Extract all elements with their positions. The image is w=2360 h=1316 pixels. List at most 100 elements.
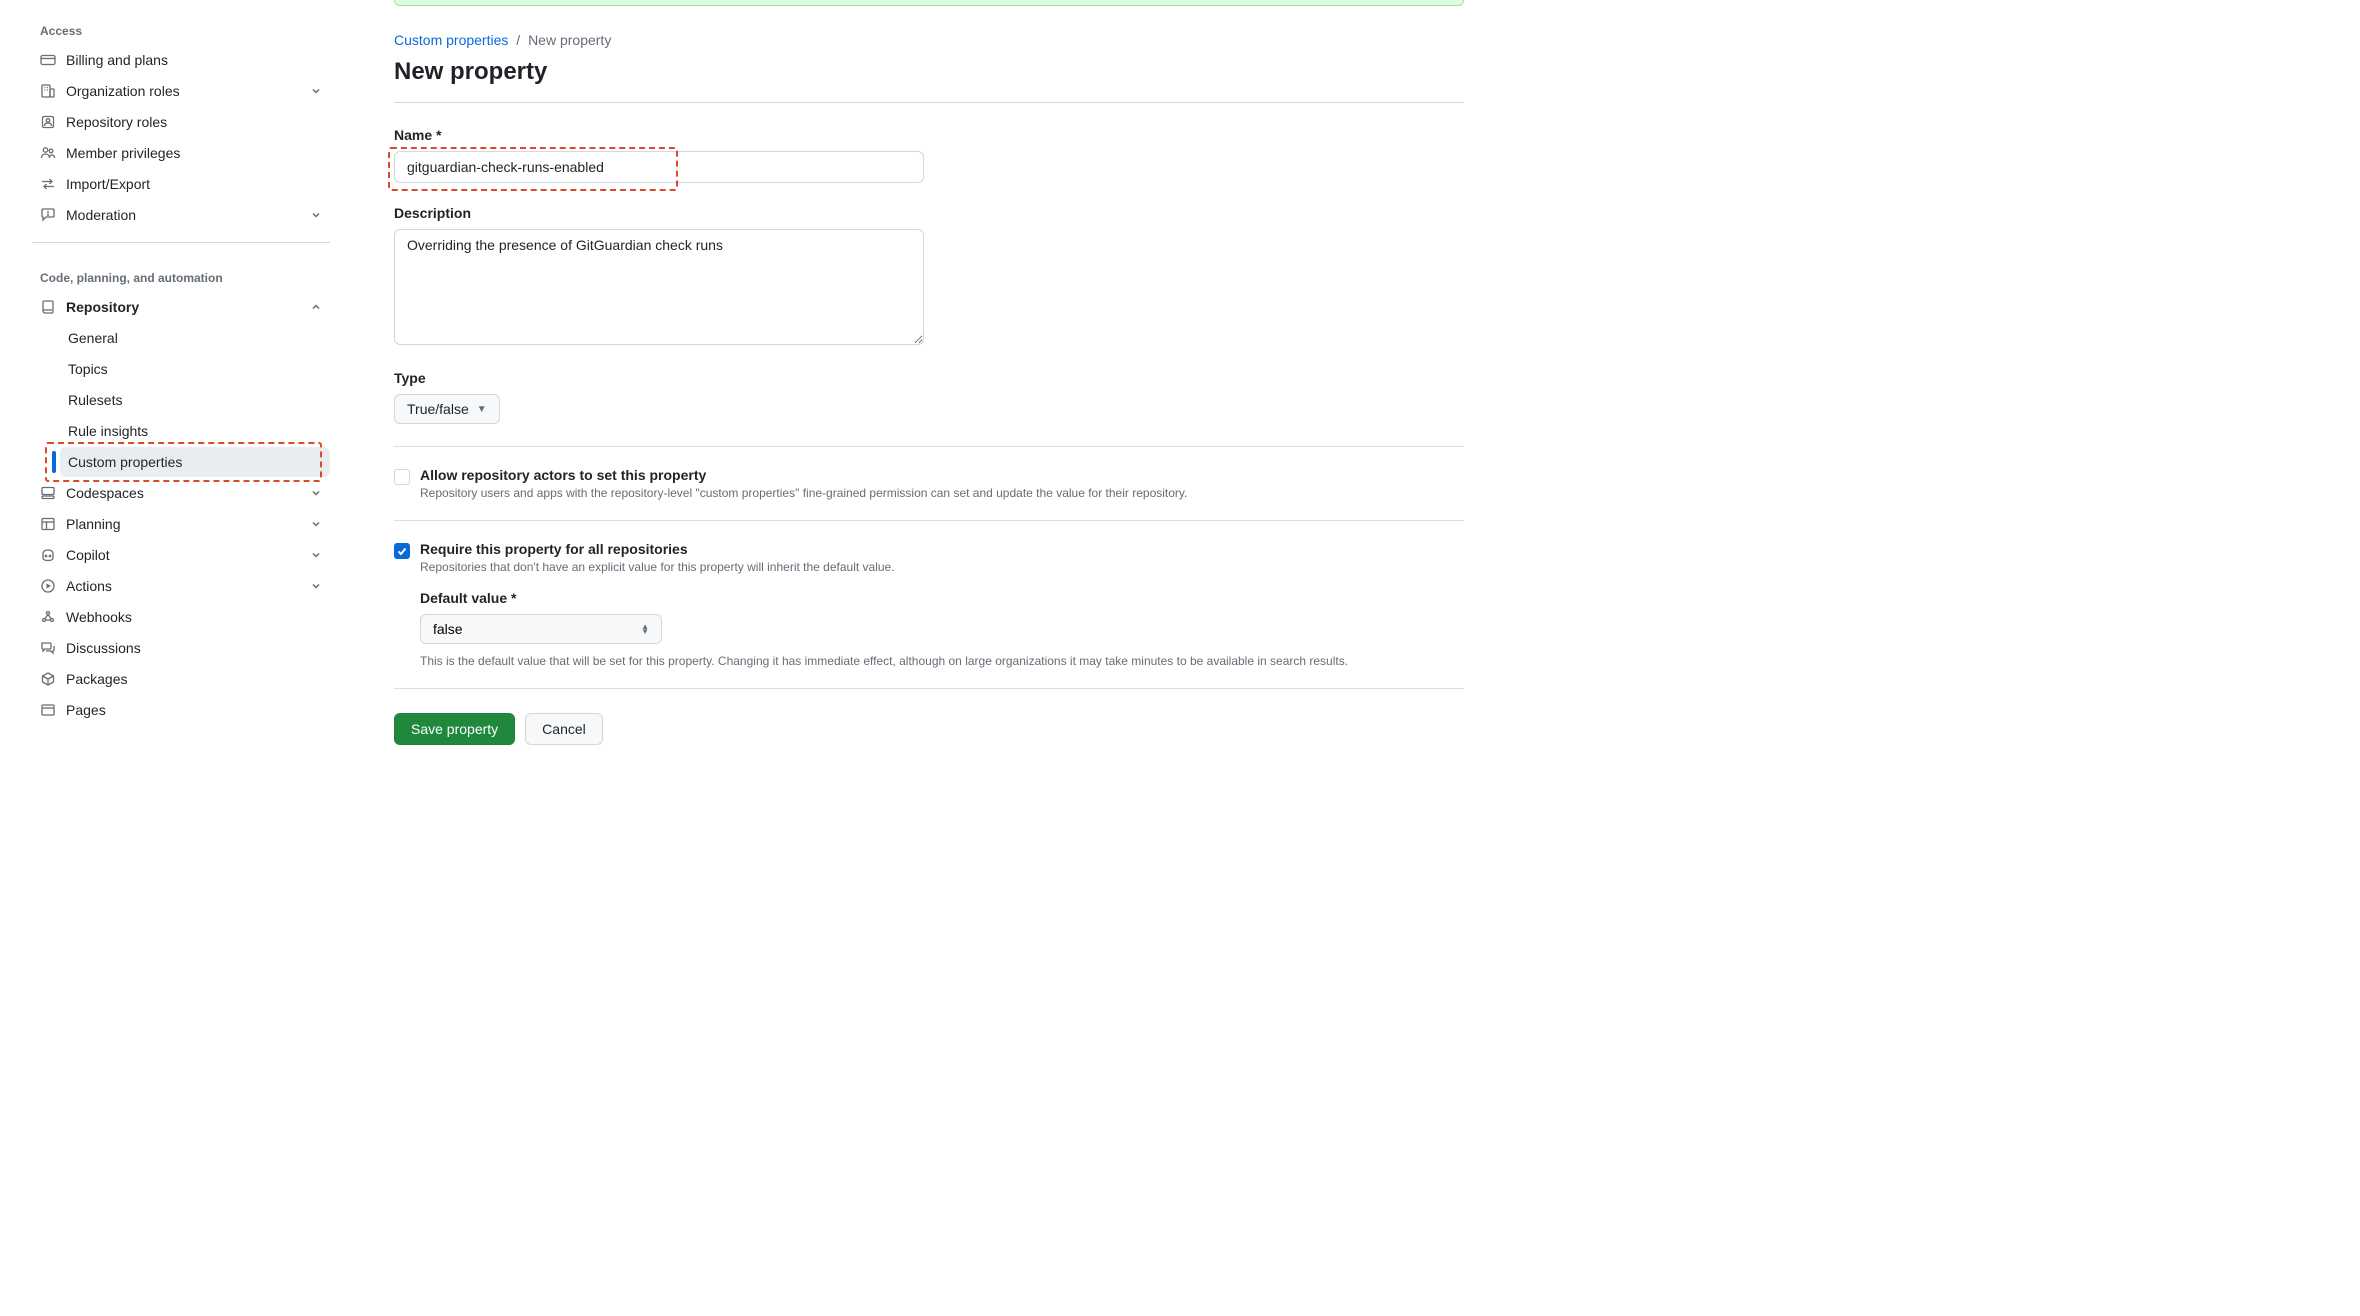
sidebar-item-packages[interactable]: Packages [32, 664, 330, 694]
page-title: New property [394, 58, 1464, 86]
sidebar-item-rulesets[interactable]: Rulesets [60, 385, 330, 415]
sidebar-item-webhooks[interactable]: Webhooks [32, 602, 330, 632]
name-label: Name * [394, 127, 1464, 143]
cancel-button[interactable]: Cancel [525, 713, 603, 745]
sidebar-item-label: Member privileges [66, 145, 322, 161]
people-icon [40, 145, 56, 161]
sidebar-item-topics[interactable]: Topics [60, 354, 330, 384]
sidebar-item-general[interactable]: General [60, 323, 330, 353]
breadcrumb-parent[interactable]: Custom properties [394, 32, 508, 48]
success-banner [394, 0, 1464, 6]
credit-card-icon [40, 52, 56, 68]
default-value-select[interactable]: false ▲▼ [420, 614, 662, 644]
report-icon [40, 207, 56, 223]
sidebar-item-label: Rulesets [68, 392, 322, 408]
chevron-down-icon [310, 209, 322, 221]
sidebar-item-actions[interactable]: Actions [32, 571, 330, 601]
chevron-down-icon [310, 85, 322, 97]
sidebar-item-moderation[interactable]: Moderation [32, 200, 330, 230]
breadcrumb-separator: / [516, 32, 520, 48]
form-group-type: Type True/false ▼ [394, 370, 1464, 424]
sidebar-item-planning[interactable]: Planning [32, 509, 330, 539]
browser-icon [40, 702, 56, 718]
organization-icon [40, 83, 56, 99]
sidebar-item-label: Moderation [66, 207, 310, 223]
sidebar-item-discussions[interactable]: Discussions [32, 633, 330, 663]
main-content: Custom properties / New property New pro… [346, 0, 1464, 769]
sidebar-item-label: Topics [68, 361, 322, 377]
sidebar-item-rule-insights[interactable]: Rule insights [60, 416, 330, 446]
allow-actors-row: Allow repository actors to set this prop… [394, 467, 1464, 500]
sidebar-item-label: Repository roles [66, 114, 322, 130]
sidebar-item-label: Import/Export [66, 176, 322, 192]
sidebar-item-label: Repository [66, 299, 310, 315]
sidebar: Access Billing and plans Organization ro… [16, 0, 346, 769]
button-row: Save property Cancel [394, 713, 1464, 745]
require-property-title: Require this property for all repositori… [420, 541, 1348, 557]
type-select[interactable]: True/false ▼ [394, 394, 500, 424]
chevron-down-icon [310, 549, 322, 561]
webhook-icon [40, 609, 56, 625]
repo-icon [40, 299, 56, 315]
sidebar-item-label: Billing and plans [66, 52, 322, 68]
form-group-description: Description [394, 205, 1464, 348]
id-badge-icon [40, 114, 56, 130]
copilot-icon [40, 547, 56, 563]
save-button[interactable]: Save property [394, 713, 515, 745]
sidebar-item-custom-properties[interactable]: Custom properties [60, 447, 330, 477]
sidebar-item-member-privileges[interactable]: Member privileges [32, 138, 330, 168]
sidebar-item-label: Pages [66, 702, 322, 718]
sidebar-item-label: Codespaces [66, 485, 310, 501]
sidebar-item-repository[interactable]: Repository [32, 292, 330, 322]
sidebar-item-import-export[interactable]: Import/Export [32, 169, 330, 199]
play-circle-icon [40, 578, 56, 594]
sidebar-item-copilot[interactable]: Copilot [32, 540, 330, 570]
caret-down-icon: ▼ [477, 404, 487, 415]
allow-actors-checkbox[interactable] [394, 469, 410, 485]
codespaces-icon [40, 485, 56, 501]
sidebar-item-label: Rule insights [68, 423, 322, 439]
caret-sort-icon: ▲▼ [641, 624, 649, 634]
default-value-note: This is the default value that will be s… [420, 654, 1348, 668]
type-label: Type [394, 370, 1464, 386]
main-divider [394, 102, 1464, 103]
sidebar-item-label: Discussions [66, 640, 322, 656]
sidebar-item-label: Organization roles [66, 83, 310, 99]
sidebar-item-pages[interactable]: Pages [32, 695, 330, 725]
require-property-desc: Repositories that don't have an explicit… [420, 560, 1348, 574]
chevron-down-icon [310, 487, 322, 499]
chevron-down-icon [310, 580, 322, 592]
sidebar-item-org-roles[interactable]: Organization roles [32, 76, 330, 106]
sidebar-item-label: Webhooks [66, 609, 322, 625]
section-divider [394, 520, 1464, 521]
sidebar-group-code: Code, planning, and automation [32, 255, 330, 291]
sidebar-item-billing[interactable]: Billing and plans [32, 45, 330, 75]
sidebar-item-codespaces[interactable]: Codespaces [32, 478, 330, 508]
sidebar-group-access: Access [32, 8, 330, 44]
sidebar-item-label: General [68, 330, 322, 346]
allow-actors-title: Allow repository actors to set this prop… [420, 467, 1187, 483]
sidebar-item-repo-roles[interactable]: Repository roles [32, 107, 330, 137]
description-textarea[interactable] [394, 229, 924, 345]
table-icon [40, 516, 56, 532]
default-value-text: false [433, 621, 463, 637]
sidebar-item-label: Packages [66, 671, 322, 687]
allow-actors-desc: Repository users and apps with the repos… [420, 486, 1187, 500]
sidebar-sub-repository: General Topics Rulesets Rule insights Cu… [32, 323, 330, 477]
sidebar-divider [32, 242, 330, 243]
name-input[interactable] [394, 151, 924, 183]
arrows-swap-icon [40, 176, 56, 192]
type-value: True/false [407, 401, 469, 417]
section-divider [394, 446, 1464, 447]
breadcrumb: Custom properties / New property [394, 32, 1464, 48]
chevron-down-icon [310, 518, 322, 530]
form-group-name: Name * [394, 127, 1464, 183]
default-value-label: Default value * [420, 590, 1348, 606]
require-property-checkbox[interactable] [394, 543, 410, 559]
sidebar-item-label: Actions [66, 578, 310, 594]
require-property-row: Require this property for all repositori… [394, 541, 1464, 668]
section-divider [394, 688, 1464, 689]
discussions-icon [40, 640, 56, 656]
breadcrumb-current: New property [528, 32, 611, 48]
package-icon [40, 671, 56, 687]
